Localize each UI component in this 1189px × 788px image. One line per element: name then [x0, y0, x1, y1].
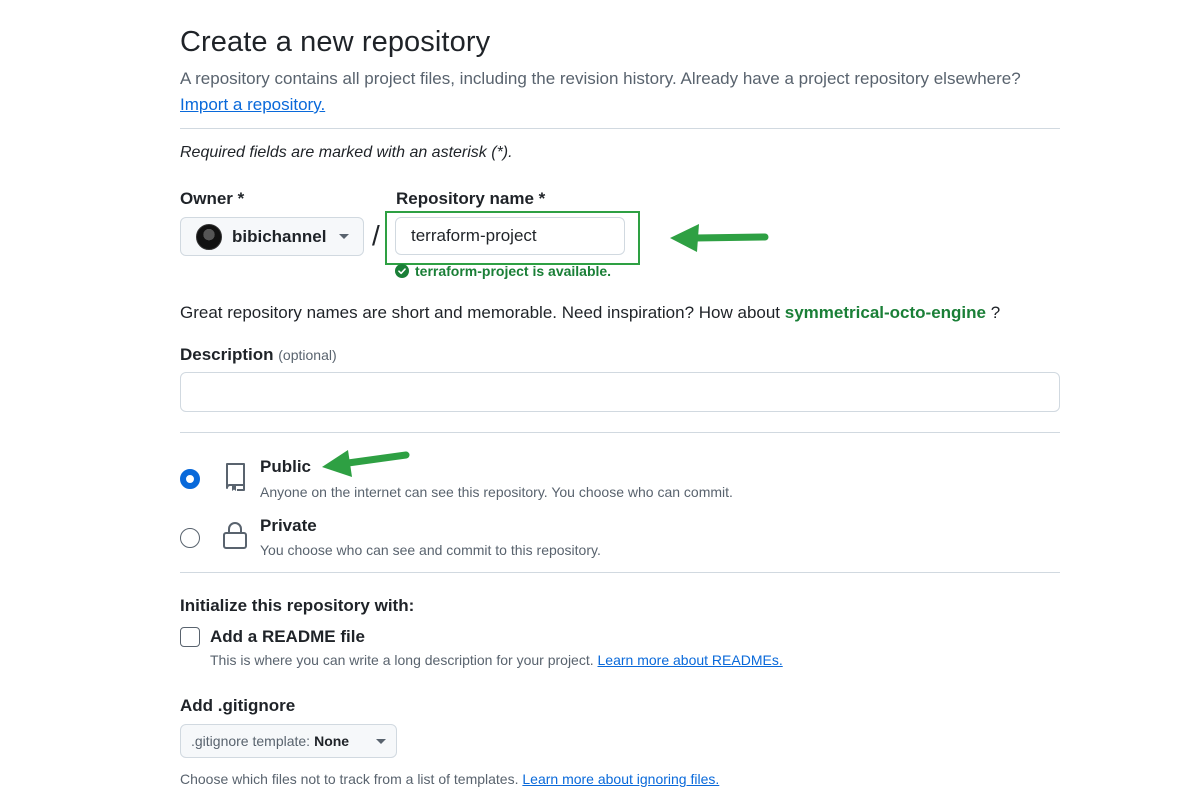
- gitignore-template-select[interactable]: .gitignore template: None: [180, 724, 397, 758]
- owner-dropdown-button[interactable]: bibichannel: [180, 217, 364, 256]
- gitignore-help: Choose which files not to track from a l…: [180, 771, 719, 787]
- private-description: You choose who can see and commit to thi…: [260, 542, 601, 558]
- repository-name-input[interactable]: [395, 217, 625, 255]
- owner-name: bibichannel: [232, 226, 327, 246]
- lock-icon: [223, 522, 247, 549]
- required-fields-note: Required fields are marked with an aster…: [180, 144, 513, 161]
- gitignore-select-value: None: [314, 733, 350, 749]
- gitignore-title: Add .gitignore: [180, 696, 296, 715]
- arrow-left-icon: [322, 450, 410, 477]
- divider: [180, 572, 1060, 573]
- gitignore-select-prefix: .gitignore template:: [191, 733, 311, 749]
- description-input[interactable]: [180, 372, 1060, 412]
- chevron-down-icon: [339, 234, 349, 239]
- learn-more-readmes-link[interactable]: Learn more about READMEs.: [598, 652, 783, 668]
- add-readme-label[interactable]: Add a README file: [210, 627, 365, 647]
- suggested-name-link[interactable]: symmetrical-octo-engine: [785, 303, 986, 322]
- page-title: Create a new repository: [180, 26, 491, 58]
- inspiration-suffix: ?: [990, 303, 1001, 322]
- readme-description-text: This is where you can write a long descr…: [210, 652, 594, 668]
- inspiration-text: Great repository names are short and mem…: [180, 303, 781, 322]
- chevron-down-icon: [376, 738, 386, 744]
- owner-repo-separator: /: [372, 220, 380, 251]
- description-label-text: Description: [180, 345, 274, 364]
- repo-icon: [226, 463, 245, 491]
- avatar: [196, 223, 222, 250]
- public-description: Anyone on the internet can see this repo…: [260, 484, 733, 500]
- gitignore-help-text: Choose which files not to track from a l…: [180, 771, 519, 787]
- optional-hint: (optional): [278, 347, 337, 363]
- name-inspiration: Great repository names are short and mem…: [180, 303, 1000, 323]
- repository-name-label: Repository name *: [396, 189, 546, 208]
- initialize-title: Initialize this repository with:: [180, 596, 415, 615]
- learn-more-ignoring-files-link[interactable]: Learn more about ignoring files.: [522, 771, 719, 787]
- owner-label: Owner *: [180, 189, 245, 208]
- check-circle-icon: [395, 264, 409, 278]
- import-repository-link[interactable]: Import a repository.: [180, 95, 325, 115]
- divider: [180, 432, 1060, 433]
- arrow-left-icon: [670, 224, 769, 252]
- availability-status: terraform-project is available.: [395, 263, 611, 279]
- divider: [180, 128, 1060, 129]
- public-radio[interactable]: [180, 469, 200, 489]
- private-label: Private: [260, 516, 317, 535]
- availability-text: terraform-project is available.: [415, 263, 612, 279]
- private-radio[interactable]: [180, 528, 200, 548]
- public-label: Public: [260, 457, 312, 476]
- description-label: Description (optional): [180, 345, 337, 365]
- readme-description: This is where you can write a long descr…: [210, 652, 783, 668]
- page-subtitle: A repository contains all project files,…: [180, 69, 1021, 88]
- add-readme-checkbox[interactable]: [180, 627, 200, 647]
